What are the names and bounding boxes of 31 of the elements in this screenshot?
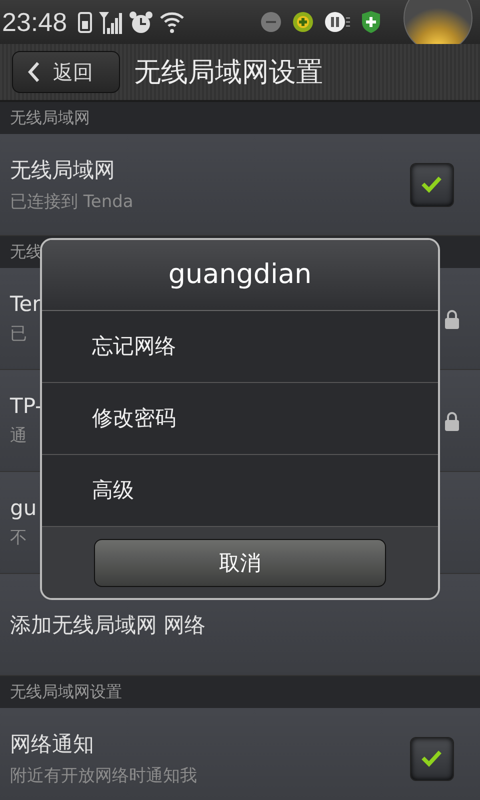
item-title[interactable]: 网络通知: [10, 730, 94, 758]
dialog-title: guangdian: [42, 240, 438, 311]
shield-icon: [360, 10, 382, 34]
plus-circle-icon: [292, 11, 314, 33]
item-subtitle: 不: [10, 527, 27, 549]
section-header: 无线局域网: [0, 102, 480, 134]
clock-time: 23:48: [2, 6, 68, 38]
item-title[interactable]: 无线局域网: [10, 156, 115, 184]
alarm-clock-icon: [129, 10, 154, 34]
glow-orb-icon: [402, 0, 474, 44]
dot-icon: [260, 11, 282, 33]
item-subtitle: 已: [10, 323, 27, 345]
screen-title: 无线局域网设置: [134, 56, 323, 90]
pause-icon: [324, 11, 350, 33]
checkbox[interactable]: [410, 162, 454, 206]
item-title[interactable]: TP-: [10, 394, 43, 418]
back-button[interactable]: 返回: [12, 51, 120, 93]
section-header: 无线局域网设置: [0, 676, 480, 708]
checkbox[interactable]: [410, 736, 454, 780]
battery-icon: [77, 10, 94, 34]
chevron-left-icon: [27, 61, 41, 83]
item-subtitle: 附近有开放网络时通知我: [10, 765, 197, 787]
add-network-link[interactable]: 添加无线局域网 网络: [10, 610, 206, 638]
signal-icon: [99, 10, 124, 34]
wifi-icon: [159, 10, 186, 34]
item-subtitle: 通: [10, 425, 27, 447]
item-subtitle: 已连接到 Tenda: [10, 191, 134, 213]
menu-option[interactable]: 修改密码: [42, 383, 438, 455]
menu-option[interactable]: 忘记网络: [42, 311, 438, 383]
item-title[interactable]: gu: [10, 496, 37, 520]
cancel-button[interactable]: 取消: [94, 538, 386, 586]
